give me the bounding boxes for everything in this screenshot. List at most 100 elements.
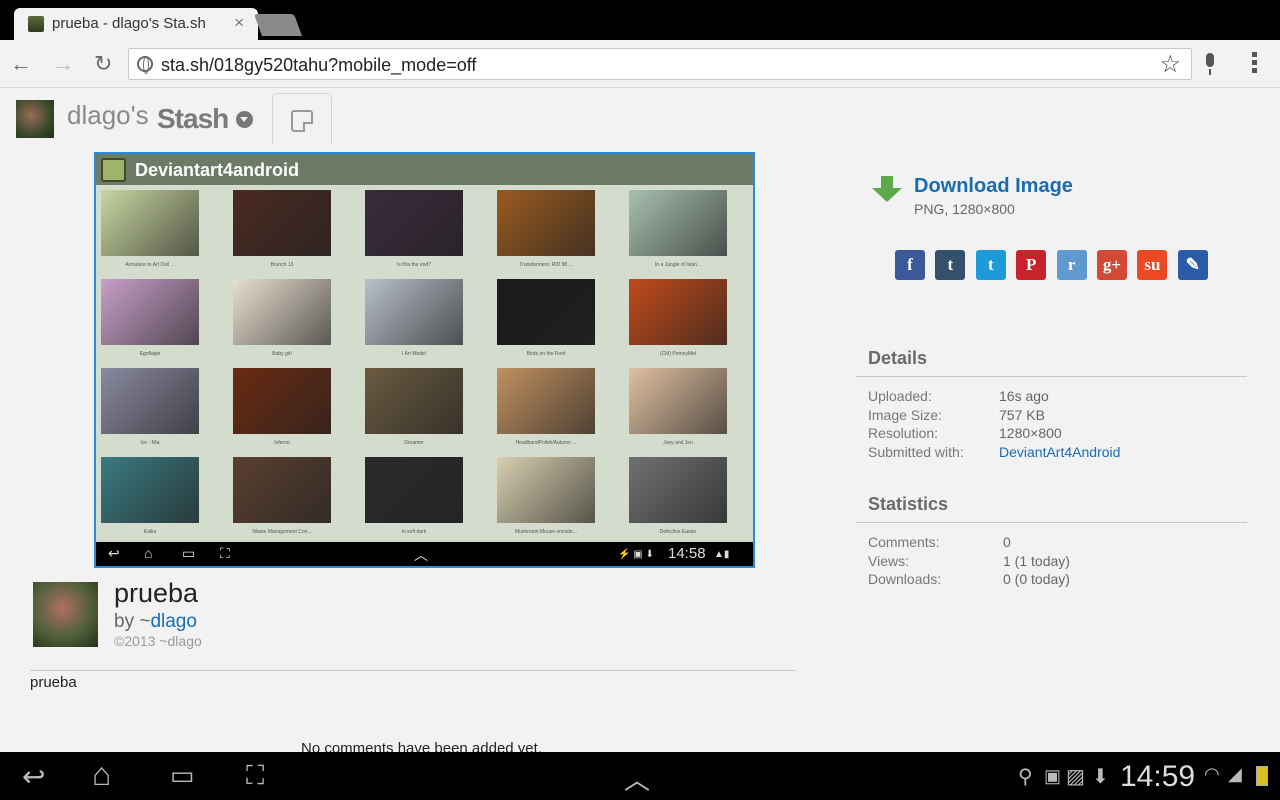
divider [30,670,796,671]
usb-icon: ⚲ [1018,766,1033,788]
stumbleupon-share-icon[interactable]: su [1137,250,1168,280]
home-icon: ⌂ [144,545,153,561]
recent-apps-icon[interactable]: ▭ [170,760,195,791]
stash-logo[interactable]: Stash [157,103,229,135]
chevron-up-icon[interactable]: ︿ [624,760,650,797]
thumbnail [629,279,727,345]
app-title-bar: Deviantart4android [96,154,753,185]
field-value: 0 (0 today) [1003,571,1070,588]
address-bar[interactable]: sta.sh/018gy520tahu?mobile_mode=off ☆ [128,48,1192,80]
thumbnail-caption: Egoflagie [139,351,161,357]
document-icon [291,110,313,132]
chevron-down-icon[interactable] [236,111,253,128]
field-value[interactable]: DeviantArt4Android [999,444,1120,460]
thumbnail [101,279,199,345]
tab-title: prueba - dlago's Sta.sh [52,15,206,32]
thumbnail [629,457,727,523]
reddit-share-icon[interactable]: r [1056,250,1087,280]
thumbnail-caption: Transformers: RID 98 ... [519,262,573,268]
screenshot-icon: ⛶ [220,545,230,561]
thumbnail [233,190,331,256]
tab-active[interactable]: prueba - dlago's Sta.sh × [14,8,258,40]
thumbnail [497,457,595,523]
thumbnail-caption: Mushroom Mouse encode... [515,529,577,535]
download-icon: ⬇ [1092,766,1109,788]
deviation-image[interactable]: Deviantart4android Armature to Art Doll … [94,152,755,568]
recent-apps-icon: ▭ [182,545,196,561]
address-url[interactable]: sta.sh/018gy520tahu?mobile_mode=off [161,55,476,76]
thumbnail [629,190,727,256]
globe-icon [137,56,153,74]
thumbnail [365,457,463,523]
thumbnail-caption: Dreamer [404,440,424,446]
reload-icon[interactable]: ↻ [94,52,112,76]
thumbnail-caption: Waste Management Con... [252,529,312,535]
author-link[interactable]: dlago [150,611,197,632]
field-label: Uploaded: [868,388,932,404]
field-label: Comments: [868,534,940,550]
browser-toolbar: ← → ↻ sta.sh/018gy520tahu?mobile_mode=of… [0,40,1280,88]
thumbnail-caption: HeadbandPolish/Autumn ... [515,440,577,446]
thumbnail-caption: Is this the end? [397,262,431,268]
thumbnail [497,368,595,434]
menu-dots-icon[interactable] [1252,52,1258,76]
details-heading: Details [868,348,928,368]
thumbnail-caption: In a Jungle of Islan... [654,262,702,268]
thumbnail-caption: in soft dark [401,529,427,535]
thumbnail-caption: Inferno [274,440,290,446]
field-value: 16s ago [999,388,1049,404]
edit-share-icon[interactable]: ✎ [1177,250,1208,280]
screenshot-icon[interactable]: ⛶ [246,760,264,792]
user-avatar[interactable] [16,100,54,138]
tab-close-button[interactable]: × [234,13,244,33]
thumbnail-caption: (CM) PomeyMel [659,351,697,357]
chevron-up-icon: ︿ [414,547,428,563]
byline: by ~dlago [114,611,197,633]
deviation-title: prueba [114,578,199,608]
back-icon: ↩ [108,545,120,561]
divider [856,522,1247,523]
thumbnail-caption: Birds on the Roof [526,351,566,357]
twitter-share-icon[interactable]: t [975,250,1006,280]
app-navigation-bar: ↩ ⌂ ▭ ⛶ ︿ ⚡ ▣ ⬇ 14:58 ▲▮ [96,542,753,566]
field-value: 1 (1 today) [1003,552,1070,569]
thumbnail [497,279,595,345]
google-plus-share-icon[interactable]: g+ [1097,250,1127,280]
signal-icon: ◢ [1228,764,1242,784]
microphone-icon[interactable] [1203,53,1217,77]
tumblr-share-icon[interactable]: t [935,250,966,280]
stash-documents-tab[interactable] [272,93,332,145]
divider [856,376,1247,377]
field-value: 0 [1003,534,1011,550]
field-value: 1280×800 [999,425,1062,442]
thumbnail [365,368,463,434]
author-avatar[interactable] [33,582,98,647]
thumbnail-caption: I Art Model [402,351,426,357]
facebook-share-icon[interactable]: f [895,250,925,280]
forward-arrow-icon[interactable]: → [52,52,74,76]
tab-strip: prueba - dlago's Sta.sh × [0,0,1280,40]
status-icons: ⚡ ▣ ⬇ [618,549,654,560]
field-label: Downloads: [868,571,942,588]
field-label: Views: [868,552,909,569]
download-arrow-icon[interactable] [872,176,902,204]
thumbnail [233,368,331,434]
new-tab-button[interactable] [253,14,303,36]
thumbnail [101,368,199,434]
signal-icon: ▲▮ [714,549,730,560]
bookmark-star-icon[interactable]: ☆ [1159,50,1181,79]
thumbnail-caption: Joey and Jen [663,440,693,446]
app-name: Deviantart4android [135,160,300,180]
stash-owner[interactable]: dlago's [67,100,149,131]
field-label: Image Size: [868,406,942,423]
back-icon[interactable]: ↩ [22,760,45,793]
statistics-heading: Statistics [868,494,949,514]
download-image-link[interactable]: Download Image [914,175,1073,198]
pinterest-share-icon[interactable]: P [1016,250,1047,280]
system-navigation-bar: ↩ ⌂ ▭ ⛶ ︿ ⚲ ▣ ▨ ⬇ 14:59 ◠ ◢ [0,752,1280,800]
description: prueba [30,674,77,691]
thumbnail-caption: Defective Easter [659,529,697,535]
field-label: Submitted with: [868,443,964,460]
back-arrow-icon[interactable]: ← [10,52,32,76]
home-icon[interactable]: ⌂ [92,756,111,793]
